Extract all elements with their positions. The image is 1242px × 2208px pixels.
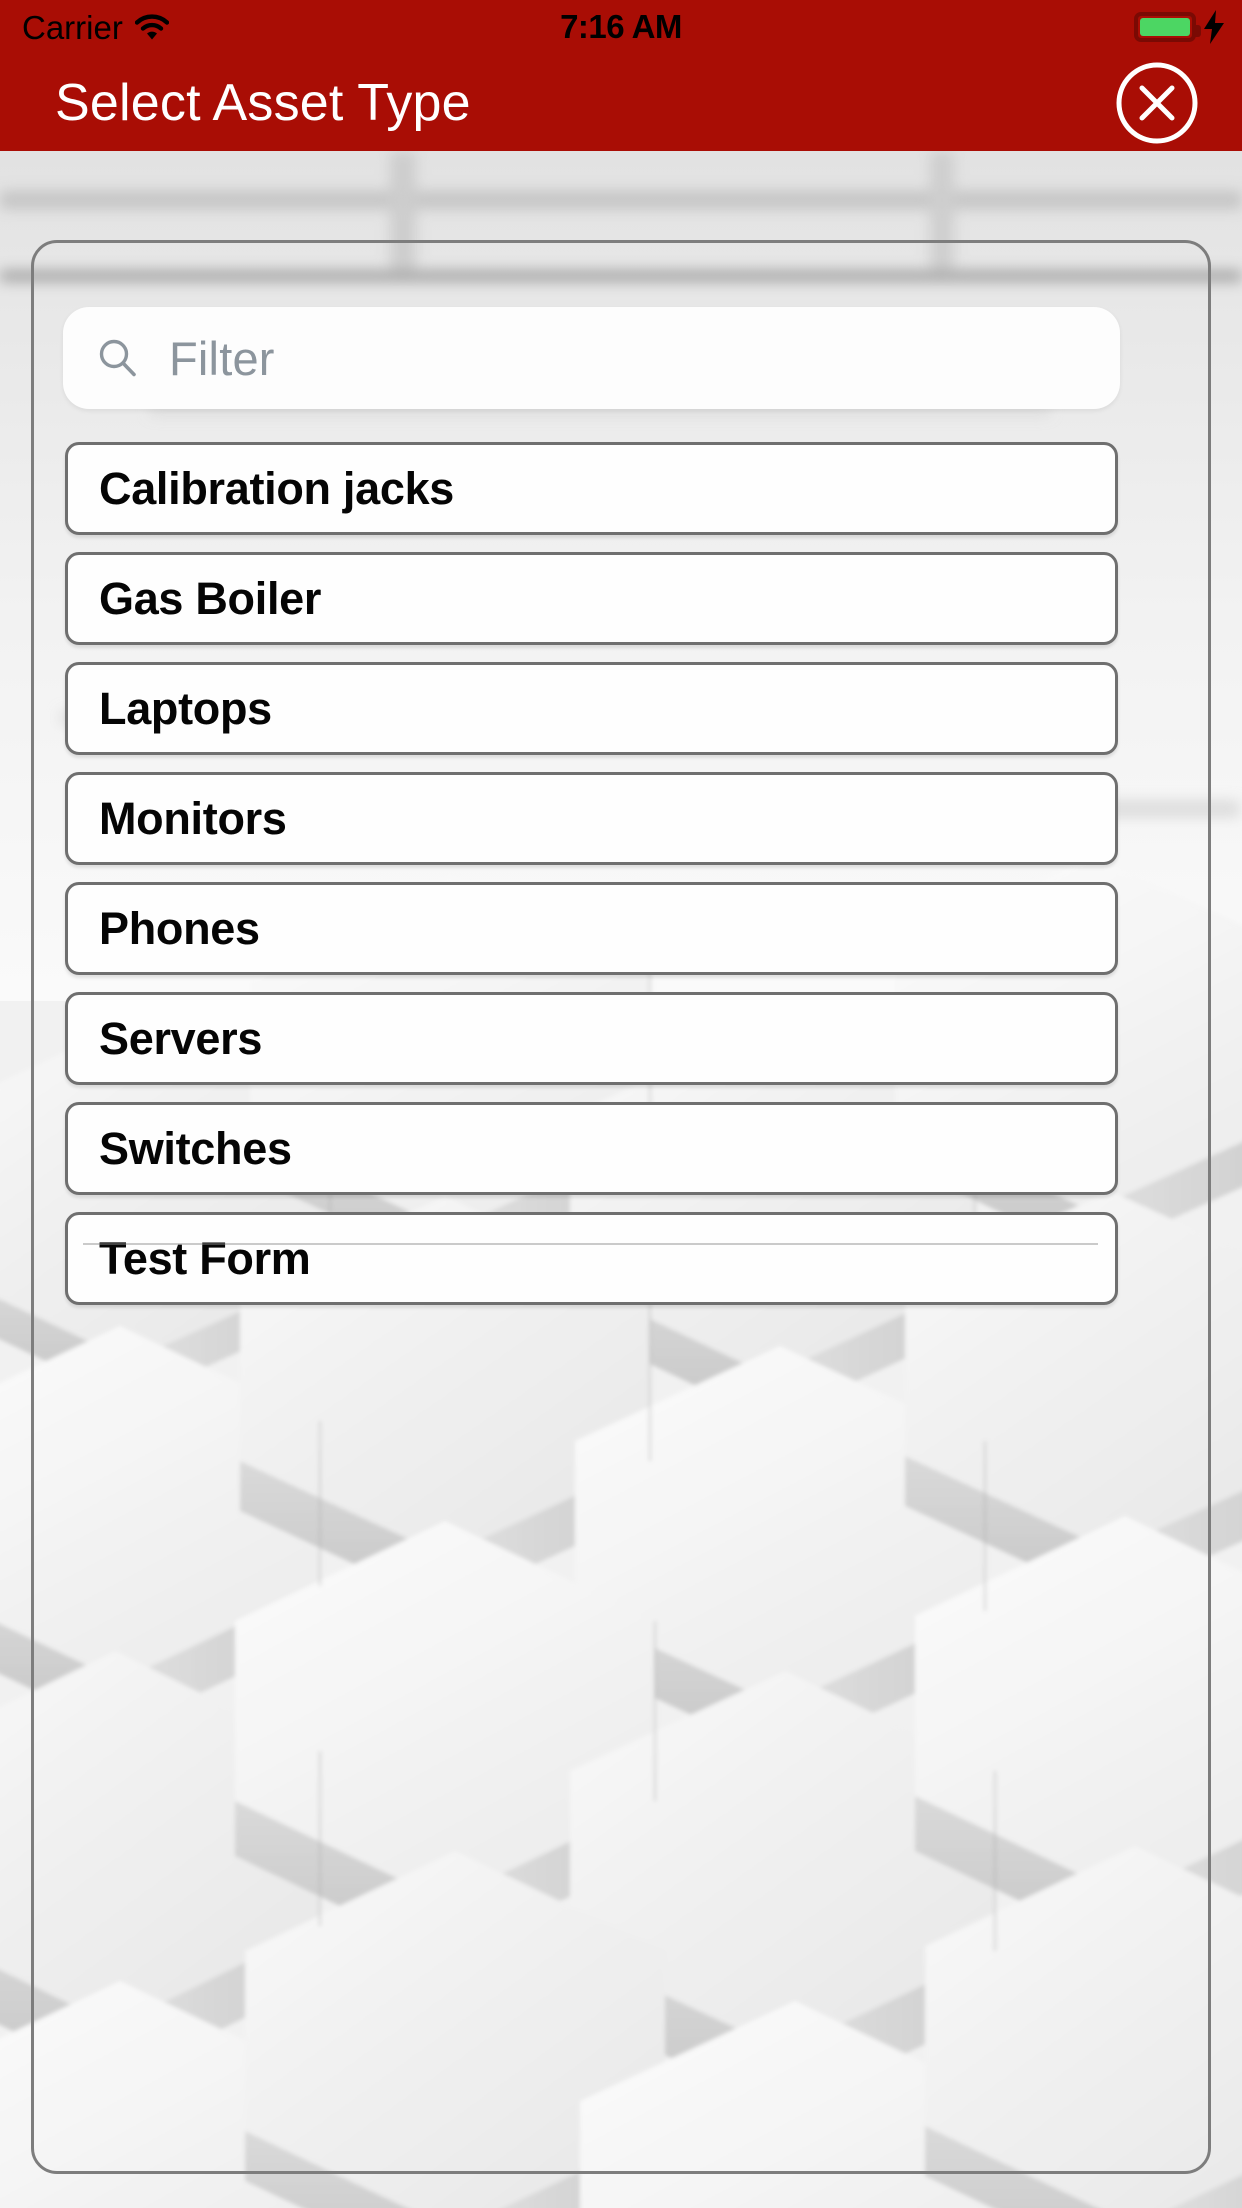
battery-fill — [1140, 18, 1190, 36]
clock-label: 7:16 AM — [560, 8, 682, 45]
status-bar: Carrier 7:16 AM — [0, 0, 1242, 54]
search-icon — [99, 339, 136, 377]
lightning-bolt-icon — [1204, 10, 1224, 44]
page-title: Select Asset Type — [55, 73, 471, 132]
filter-placeholder: Filter — [169, 331, 275, 385]
battery-icon — [1134, 12, 1201, 42]
close-icon[interactable] — [1114, 60, 1200, 146]
list-item-label: Phones — [99, 902, 260, 954]
list-item[interactable]: Switches — [65, 1102, 1118, 1195]
list-item-label: Gas Boiler — [99, 572, 322, 624]
list-item[interactable]: Laptops — [65, 662, 1118, 755]
list-item[interactable]: Gas Boiler — [65, 552, 1118, 645]
list-item[interactable]: Calibration jacks — [65, 442, 1118, 535]
list-item[interactable]: Monitors — [65, 772, 1118, 865]
list-item[interactable]: Servers — [65, 992, 1118, 1085]
list-bottom-divider — [83, 1243, 1098, 1245]
list-item[interactable]: Test Form — [65, 1212, 1118, 1305]
list-item-label: Monitors — [99, 792, 287, 844]
status-bar-center: 7:16 AM — [0, 0, 1242, 54]
list-item-label: Laptops — [99, 682, 272, 734]
battery-cap — [1195, 25, 1201, 37]
list-item[interactable]: Phones — [65, 882, 1118, 975]
list-item-label: Servers — [99, 1012, 263, 1064]
asset-type-list: Calibration jacks Gas Boiler Laptops Monito… — [65, 442, 1118, 1322]
list-item-label: Switches — [99, 1122, 292, 1174]
list-item-label: Test Form — [99, 1232, 311, 1284]
navigation-bar: Select Asset Type — [0, 54, 1242, 151]
list-item-label: Calibration jacks — [99, 462, 455, 514]
status-bar-right — [1134, 0, 1226, 54]
filter-input[interactable]: Filter — [63, 307, 1120, 409]
